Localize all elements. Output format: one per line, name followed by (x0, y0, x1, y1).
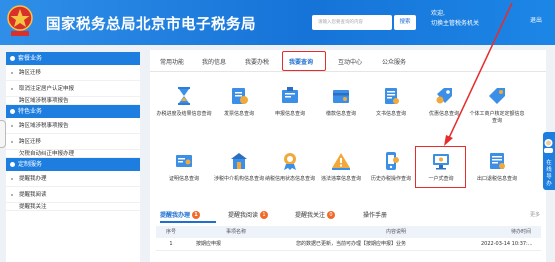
sidebar-section-title: 特色业务 (18, 108, 43, 115)
service-label: 办税进度及结果信息查询 (156, 111, 212, 117)
reminder-tabs: 提醒我办理 1 提醒我阅读 1 提醒我关注 0 操作手册 更多 (150, 208, 546, 223)
discount-icon (436, 88, 452, 104)
col-index-header: 序号 (165, 229, 176, 235)
warning-icon (332, 153, 350, 170)
sidebar-section-title: 定制服务 (18, 161, 43, 168)
sidebar-item[interactable]: 跨区迁移 (6, 134, 140, 150)
subtab-manual[interactable]: 操作手册 (363, 210, 387, 219)
tab-interaction[interactable]: 互动中心 (338, 57, 362, 66)
row-description: 您的数据已更新，当前可办理【按期应申报】业务 (296, 241, 407, 247)
service-discount-query[interactable]: 优惠信息查询 (415, 86, 473, 118)
search-button[interactable]: 搜索 (394, 15, 416, 30)
sidebar-item[interactable]: 提醒我关注 (6, 203, 140, 211)
service-credit-query[interactable]: 纳税信用状态信息查询 (261, 151, 319, 183)
service-label: 申报信息查询 (274, 111, 305, 117)
sidebar-item[interactable]: 跨区迁移 (6, 65, 140, 81)
sidebar-item[interactable]: 跨区域涉税事项报告 (6, 118, 140, 134)
tax-return-icon (282, 87, 298, 103)
row-name[interactable]: 按期应申报 (196, 238, 286, 251)
service-label: 涉税中介机构信息查询 (213, 176, 264, 182)
count-badge: 1 (260, 211, 269, 219)
tab-public-service[interactable]: 公众服务 (382, 57, 406, 66)
history-icon (386, 152, 399, 170)
subtab-remind-read[interactable]: 提醒我阅读 1 (228, 210, 269, 219)
top-header: 国家税务总局北京市电子税务局 请输入您要查询的内容 搜索 欢迎, 切换主管税务机… (0, 0, 555, 45)
service-progress-query[interactable]: 办税进度及结果信息查询 (155, 86, 213, 118)
table-header: 序号 事项名称 内容说明 待办时间 (156, 226, 541, 238)
todo-table: 序号 事项名称 内容说明 待办时间 1 按期应申报 您的数据已更新，当前可办理【… (156, 226, 541, 251)
service-label: 发票信息查询 (223, 111, 254, 117)
tax-emblem-icon (7, 5, 33, 36)
sidebar-section-custom[interactable]: 定制服务 (6, 158, 140, 171)
sidebar-item[interactable]: 提醒我办理 (6, 171, 140, 187)
export-refund-icon (490, 153, 505, 169)
subtab-label: 提醒我关注 (295, 212, 326, 219)
col-time-header: 待办时间 (511, 229, 532, 235)
service-certificate-query[interactable]: 证明信息查询 (155, 151, 213, 183)
active-tab-highlight (282, 51, 326, 71)
agency-icon (231, 153, 247, 169)
service-label: 文书信息查询 (375, 111, 406, 117)
tab-common[interactable]: 常用功能 (160, 57, 184, 66)
online-guide-label: 在线导办 (546, 160, 552, 187)
sidebar-section-package[interactable]: 套餐业务 (6, 52, 140, 65)
subtab-label: 提醒我阅读 (228, 212, 259, 219)
service-document-query[interactable]: 文书信息查询 (362, 86, 420, 118)
section-icon (10, 109, 15, 114)
sidebar-item[interactable]: 提醒我阅读 (6, 187, 140, 203)
sidebar-section-title: 套餐业务 (18, 55, 43, 62)
service-export-refund-query[interactable]: 出口退税信息查询 (468, 151, 526, 183)
service-invoice-query[interactable]: 发票信息查询 (210, 86, 268, 118)
col-desc-header: 内容说明 (386, 229, 407, 235)
more-link[interactable]: 更多 (530, 211, 540, 218)
sidebar-section-featured[interactable]: 特色业务 (6, 105, 140, 118)
service-label: 证明信息查询 (168, 176, 199, 182)
sidebar-item[interactable]: 取消注定居户认定申报 (6, 81, 140, 97)
tab-tax-handling[interactable]: 我要办税 (245, 57, 269, 66)
sidebar: 套餐业务 跨区迁移 取消注定居户认定申报 跨区域涉税事项报告 特色业务 跨区域涉… (6, 52, 140, 262)
welcome-panel: 欢迎, 切换主管税务机关 (431, 9, 479, 29)
sidebar-item[interactable]: 欠税自动纠正申报办理 (6, 150, 140, 158)
tab-my-info[interactable]: 我的信息 (202, 57, 226, 66)
credit-icon (284, 153, 296, 170)
tag-icon (489, 88, 505, 104)
subtab-label: 提醒我办理 (160, 212, 191, 219)
logout-link[interactable]: 退出 (530, 15, 542, 24)
active-subtab-underline (160, 221, 216, 223)
subtab-remind-follow[interactable]: 提醒我关注 0 (295, 210, 336, 219)
main-tabs: 常用功能 我的信息 我要办税 我要查询 互动中心 公众服务 (150, 50, 546, 72)
search-input[interactable]: 请输入您要查询的内容 (312, 15, 392, 30)
certificate-icon (176, 155, 192, 167)
sidebar-collapse-handle[interactable] (0, 120, 6, 148)
section-icon (10, 56, 15, 61)
count-badge: 0 (327, 211, 336, 219)
row-time: 2022-03-14 10:37:... (481, 241, 533, 247)
switch-tax-office-link[interactable]: 切换主管税务机关 (431, 19, 479, 29)
row-index: 1 (169, 241, 173, 247)
subtab-remind-handle[interactable]: 提醒我办理 1 (160, 210, 201, 219)
service-individual-quota-query[interactable]: 个体工商户核定定额信息查询 (468, 86, 526, 124)
table-row[interactable]: 1 按期应申报 您的数据已更新，当前可办理【按期应申报】业务 2022-03-1… (156, 238, 541, 251)
count-badge: 1 (192, 211, 201, 219)
service-label: 出口退税信息查询 (476, 176, 517, 182)
one-stop-query-highlight (415, 146, 466, 188)
section-icon (10, 162, 15, 167)
service-agency-query[interactable]: 涉税中介机构信息查询 (210, 151, 268, 183)
col-name-header: 事项名称 (226, 229, 247, 235)
sidebar-item[interactable]: 跨区域涉税事项报告 (6, 97, 140, 105)
service-label: 个体工商户核定定额信息查询 (469, 111, 525, 124)
service-label: 优惠信息查询 (428, 111, 459, 117)
main-panel: 常用功能 我的信息 我要办税 我要查询 互动中心 公众服务 办税进度及结果信息查… (150, 50, 546, 262)
document-icon (385, 88, 399, 104)
payment-icon (333, 90, 349, 103)
service-declaration-query[interactable]: 申报信息查询 (261, 86, 319, 118)
service-label: 纳税信用状态信息查询 (264, 176, 315, 182)
assistant-avatar-icon (544, 139, 553, 153)
welcome-text: 欢迎, (431, 10, 445, 17)
hourglass-icon (178, 87, 190, 105)
invoice-icon (232, 88, 248, 104)
site-title: 国家税务总局北京市电子税务局 (46, 17, 256, 33)
